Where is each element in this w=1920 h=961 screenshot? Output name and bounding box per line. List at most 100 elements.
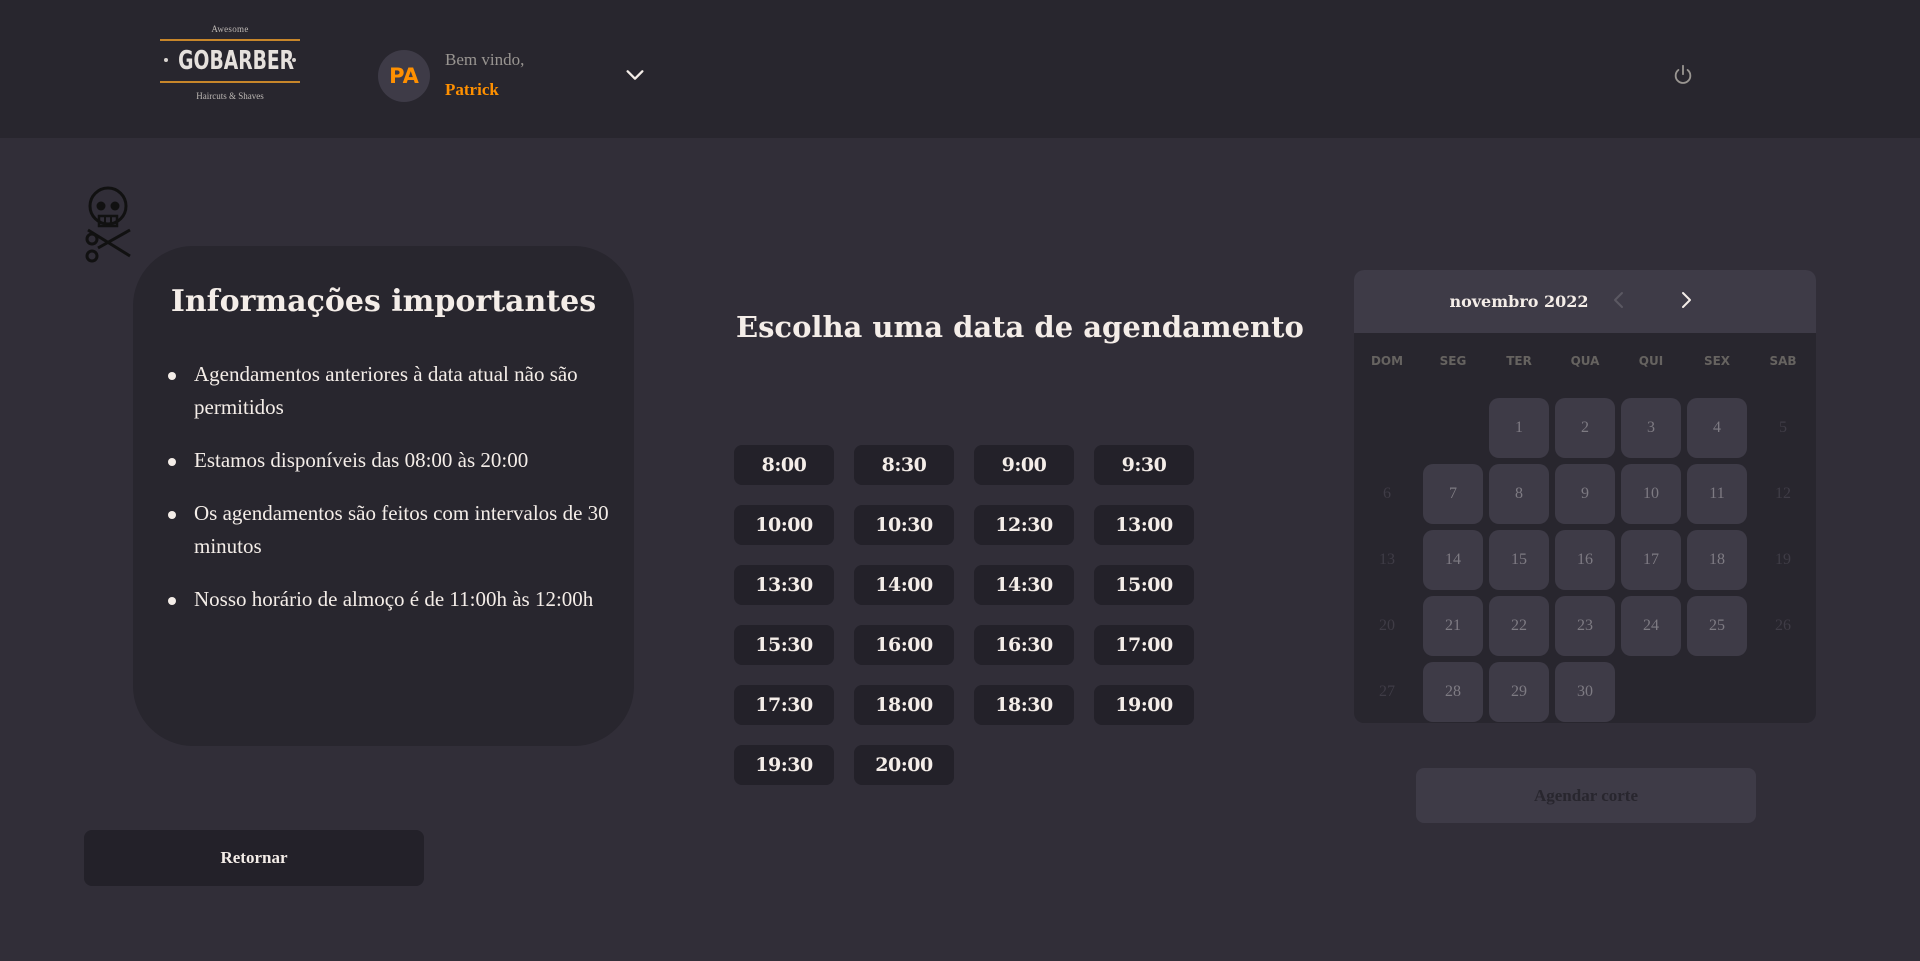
time-slot-button[interactable]: 9:00 [974,445,1074,485]
time-slot-button[interactable]: 16:00 [854,625,954,665]
calendar-day-available[interactable]: 28 [1420,659,1486,723]
chevron-down-icon[interactable] [624,64,646,86]
calendar-weekdays: DOM SEG TER QUA QUI SEX SAB [1354,354,1816,368]
time-slot-button[interactable]: 12:30 [974,505,1074,545]
time-slot-button[interactable]: 15:30 [734,625,834,665]
time-slot-button[interactable]: 14:00 [854,565,954,605]
time-slot-button[interactable]: 8:30 [854,445,954,485]
calendar-day-number: 13 [1379,551,1395,568]
skull-scissors-icon [85,186,131,263]
time-slot-button[interactable]: 20:00 [854,745,954,785]
calendar-day-number: 30 [1555,662,1615,722]
calendar-day-number: 27 [1379,683,1395,700]
calendar-weekday-label: SAB [1769,354,1797,368]
calendar-day-available[interactable]: 24 [1618,593,1684,659]
calendar: novembro 2022 DOM SEG TER QUA QUI SEX SAB 1234… [1354,270,1816,723]
calendar-blank [1354,395,1420,461]
calendar-day-number: 23 [1555,596,1615,656]
calendar-day-number: 15 [1489,530,1549,590]
time-slot-button[interactable]: 8:00 [734,445,834,485]
calendar-day-available[interactable]: 10 [1618,461,1684,527]
schedule-button[interactable]: Agendar corte [1416,768,1756,823]
calendar-day-number: 1 [1489,398,1549,458]
avatar[interactable]: PA [378,50,430,102]
calendar-day-available[interactable]: 22 [1486,593,1552,659]
calendar-day-available[interactable]: 14 [1420,527,1486,593]
calendar-day-number: 14 [1423,530,1483,590]
calendar-day-number: 25 [1687,596,1747,656]
calendar-day-available[interactable]: 17 [1618,527,1684,593]
info-list: Agendamentos anteriores à data atual não… [153,358,613,636]
calendar-day-available[interactable]: 21 [1420,593,1486,659]
calendar-day-available[interactable]: 18 [1684,527,1750,593]
gobarber-logo[interactable]: Awesome GOBARBER Haircuts & Shaves [158,24,302,116]
time-slot-button[interactable]: 9:30 [1094,445,1194,485]
calendar-day-available[interactable]: 25 [1684,593,1750,659]
calendar-day-available[interactable]: 29 [1486,659,1552,723]
logo-dot-right [292,58,296,62]
calendar-day-available[interactable]: 15 [1486,527,1552,593]
power-icon[interactable] [1672,63,1694,87]
time-slot-button[interactable]: 10:00 [734,505,834,545]
calendar-day-number: 2 [1555,398,1615,458]
time-slot-button[interactable]: 17:00 [1094,625,1194,665]
calendar-day-number: 12 [1775,485,1791,502]
calendar-day-available[interactable]: 9 [1552,461,1618,527]
chevron-left-icon[interactable] [1609,290,1629,310]
time-slots-grid: 8:00 8:30 9:00 9:30 10:00 10:30 12:30 13:00 13:3… [734,445,1194,785]
calendar-day-available[interactable]: 2 [1552,395,1618,461]
time-slot-button[interactable]: 18:30 [974,685,1074,725]
time-slot-button[interactable]: 15:00 [1094,565,1194,605]
calendar-weekday-label: QUA [1570,354,1600,368]
time-slot-button[interactable]: 13:30 [734,565,834,605]
calendar-weekday-label: TER [1506,354,1532,368]
calendar-day-available[interactable]: 3 [1618,395,1684,461]
calendar-weekday-label: QUI [1638,354,1664,368]
info-item: Agendamentos anteriores à data atual não… [153,358,613,424]
time-slot-button[interactable]: 18:00 [854,685,954,725]
info-item: Os agendamentos são feitos com intervalo… [153,497,613,563]
logo-bottom-text: Haircuts & Shaves [196,91,264,101]
logo-dot-left [164,58,168,62]
logo-brand-text: GOBARBER [178,46,295,76]
calendar-day-disabled: 27 [1354,659,1420,723]
calendar-day-available[interactable]: 30 [1552,659,1618,723]
calendar-day-number: 4 [1687,398,1747,458]
calendar-day-number: 6 [1383,485,1391,502]
calendar-day-disabled: 20 [1354,593,1420,659]
calendar-day-number: 9 [1555,464,1615,524]
calendar-day-available[interactable]: 4 [1684,395,1750,461]
calendar-day-available[interactable]: 16 [1552,527,1618,593]
calendar-day-number: 22 [1489,596,1549,656]
calendar-day-available[interactable]: 11 [1684,461,1750,527]
username-link[interactable]: Patrick [445,80,499,100]
times-title: Escolha uma data de agendamento [736,310,1304,344]
calendar-day-available[interactable]: 1 [1486,395,1552,461]
calendar-day-available[interactable]: 8 [1486,461,1552,527]
time-slot-button[interactable]: 13:00 [1094,505,1194,545]
calendar-day-number: 16 [1555,530,1615,590]
time-slot-button[interactable]: 10:30 [854,505,954,545]
time-slot-button[interactable]: 14:30 [974,565,1074,605]
calendar-day-number: 17 [1621,530,1681,590]
calendar-days: 1 2 3 4 5 6 7 8 9 10 11 12 13 14 15 16 17 18 19 20 21 22 23 24 2… [1354,395,1816,723]
time-slot-button[interactable]: 17:30 [734,685,834,725]
chevron-right-icon[interactable] [1676,290,1696,310]
time-slot-button[interactable]: 19:30 [734,745,834,785]
calendar-day-number: 19 [1775,551,1791,568]
return-button[interactable]: Retornar [84,830,424,886]
calendar-day-available[interactable]: 23 [1552,593,1618,659]
calendar-header: novembro 2022 [1354,270,1816,333]
calendar-weekday-label: DOM [1370,354,1404,368]
time-slot-button[interactable]: 19:00 [1094,685,1194,725]
info-item: Nosso horário de almoço é de 11:00h às 1… [153,583,613,616]
calendar-day-number: 28 [1423,662,1483,722]
time-slot-button[interactable]: 16:30 [974,625,1074,665]
calendar-day-disabled: 19 [1750,527,1816,593]
calendar-day-disabled: 6 [1354,461,1420,527]
calendar-day-available[interactable]: 7 [1420,461,1486,527]
info-card: Informações importantes Agendamentos ant… [133,246,634,746]
calendar-day-disabled: 13 [1354,527,1420,593]
calendar-day-number: 24 [1621,596,1681,656]
calendar-day-number: 18 [1687,530,1747,590]
